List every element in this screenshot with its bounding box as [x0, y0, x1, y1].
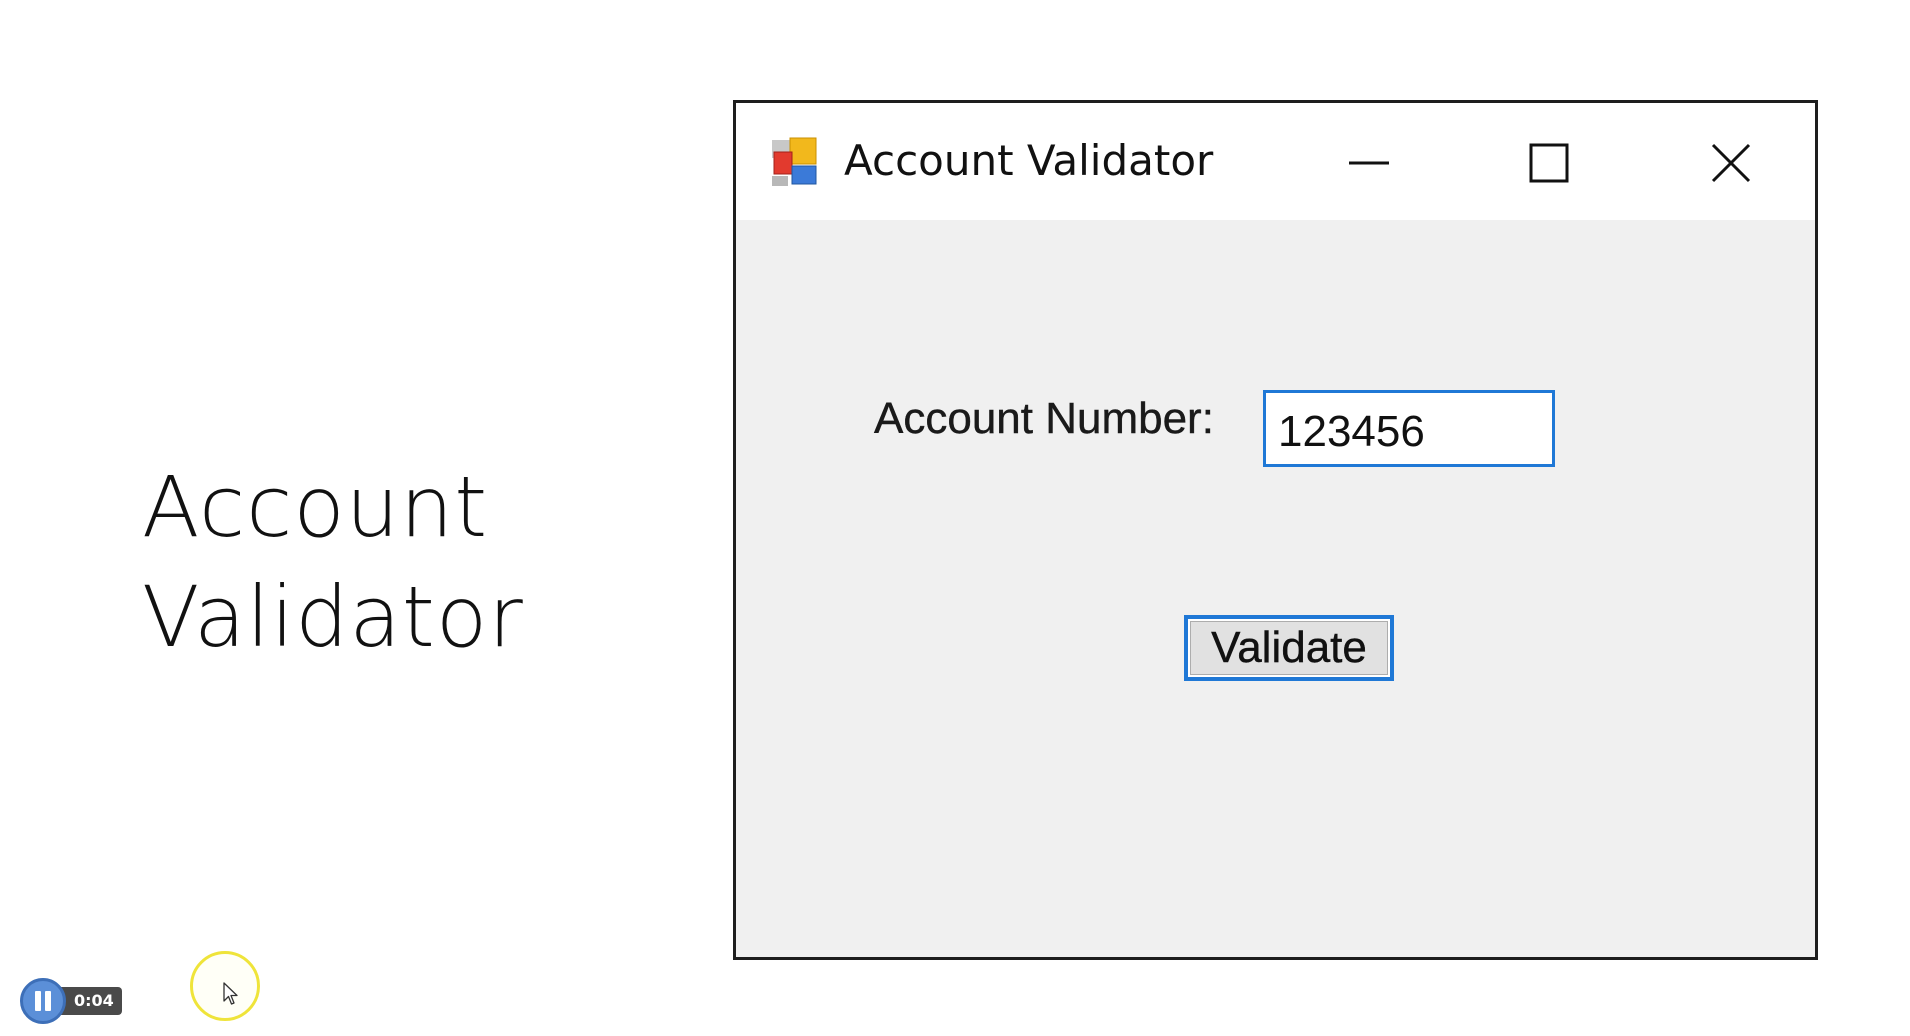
- app-icon: [772, 137, 817, 186]
- pause-icon: [35, 991, 41, 1011]
- minimize-button[interactable]: [1324, 123, 1414, 203]
- video-player-controls: 0:04: [20, 976, 122, 1026]
- minimize-icon: [1349, 161, 1389, 165]
- slide-title-line-1: Account: [142, 458, 489, 556]
- slide-title-line-2: Validator: [142, 568, 524, 666]
- close-icon: [1711, 143, 1751, 183]
- pause-icon-bar: [45, 991, 51, 1011]
- slide-title: Account Validator: [142, 452, 642, 672]
- maximize-icon: [1529, 143, 1569, 183]
- validate-button[interactable]: Validate: [1184, 615, 1394, 681]
- screen: Account Validator Account Validator Acco…: [0, 0, 1910, 1036]
- mouse-pointer-icon: [223, 982, 238, 1005]
- maximize-button[interactable]: [1504, 123, 1594, 203]
- pause-button[interactable]: [20, 978, 66, 1024]
- account-validator-window: Account Validator Account Number: Valida: [733, 100, 1818, 960]
- account-number-label: Account Number:: [874, 394, 1214, 443]
- window-titlebar[interactable]: Account Validator: [736, 103, 1815, 220]
- close-button[interactable]: [1686, 123, 1776, 203]
- account-number-input[interactable]: [1263, 390, 1555, 467]
- playback-time: 0:04: [60, 987, 122, 1015]
- window-title: Account Validator: [844, 136, 1214, 185]
